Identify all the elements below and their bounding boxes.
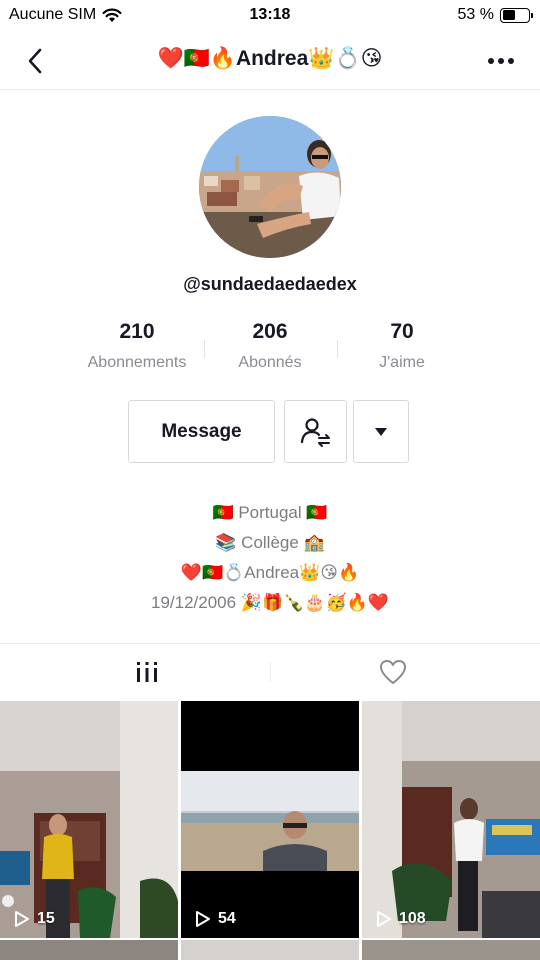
avatar[interactable] bbox=[199, 116, 341, 258]
grid-bars-icon bbox=[137, 662, 157, 682]
play-icon bbox=[377, 911, 391, 927]
follow-status-button[interactable] bbox=[284, 400, 347, 463]
followers-label: Abonnés bbox=[238, 354, 302, 371]
heart-outline-icon bbox=[380, 660, 406, 684]
view-count: 108 bbox=[376, 910, 426, 928]
avatar-photo bbox=[199, 116, 341, 258]
play-icon bbox=[196, 911, 210, 927]
video-thumbnail[interactable] bbox=[0, 940, 178, 960]
video-preview bbox=[362, 701, 540, 938]
video-thumbnail[interactable]: 15 bbox=[0, 701, 178, 938]
bio: 🇵🇹 Portugal 🇵🇹 📚 Collège 🏫 ❤️🇵🇹💍Andrea👑😘… bbox=[0, 498, 540, 618]
chevron-left-icon bbox=[28, 48, 42, 74]
likes-label: J'aime bbox=[379, 354, 425, 371]
tab-videos[interactable] bbox=[12, 644, 282, 700]
status-bar: Aucune SIM 13:18 53 % bbox=[0, 0, 540, 32]
view-count: 15 bbox=[14, 910, 55, 928]
stat-likes[interactable]: 70 J'aime bbox=[327, 320, 477, 372]
battery-percent: 53 % bbox=[457, 6, 494, 23]
bio-line: 19/12/2006 🎉🎁🍾🎂🥳🔥❤️ bbox=[151, 593, 389, 612]
video-preview bbox=[0, 701, 178, 938]
video-preview bbox=[181, 701, 359, 938]
battery-level bbox=[502, 10, 516, 20]
video-thumbnail[interactable] bbox=[181, 940, 359, 960]
message-button[interactable]: Message bbox=[128, 400, 275, 463]
video-grid: 15 54 108 bbox=[0, 701, 540, 960]
battery-icon bbox=[500, 7, 533, 23]
tab-liked[interactable] bbox=[258, 644, 528, 700]
more-options-button[interactable] bbox=[484, 44, 518, 78]
view-count: 54 bbox=[195, 910, 236, 928]
username: @sundaedaedaedex bbox=[183, 274, 357, 294]
following-label: Abonnements bbox=[87, 354, 187, 371]
stats-row: 210 Abonnements 206 Abonnés 70 J'aime bbox=[0, 320, 540, 380]
battery-group: 53 % bbox=[457, 6, 533, 24]
bio-line: 📚 Collège 🏫 bbox=[215, 533, 325, 552]
back-button[interactable] bbox=[18, 44, 52, 78]
more-horizontal-icon bbox=[488, 58, 514, 64]
stat-following[interactable]: 210 Abonnements bbox=[62, 320, 212, 372]
view-count-value: 54 bbox=[218, 910, 236, 927]
suggestions-dropdown-button[interactable] bbox=[353, 400, 409, 463]
play-icon bbox=[15, 911, 29, 927]
video-thumbnail[interactable]: 54 bbox=[181, 701, 359, 938]
bio-line: 🇵🇹 Portugal 🇵🇹 bbox=[212, 503, 328, 522]
user-switch-icon bbox=[300, 417, 330, 447]
video-thumbnail[interactable] bbox=[362, 940, 540, 960]
video-thumbnail[interactable]: 108 bbox=[362, 701, 540, 938]
nav-bar: ❤️🇵🇹🔥Andrea👑💍😘 bbox=[0, 32, 540, 90]
caret-down-icon bbox=[375, 427, 387, 436]
followers-count: 206 bbox=[252, 320, 288, 343]
view-count-value: 108 bbox=[399, 910, 426, 927]
likes-count: 70 bbox=[390, 320, 414, 343]
view-count-value: 15 bbox=[37, 910, 55, 927]
following-count: 210 bbox=[119, 320, 155, 343]
page-title: ❤️🇵🇹🔥Andrea👑💍😘 bbox=[157, 47, 383, 70]
profile-tabs bbox=[0, 643, 540, 699]
stat-followers[interactable]: 206 Abonnés bbox=[195, 320, 345, 372]
bio-line: ❤️🇵🇹💍Andrea👑😘🔥 bbox=[180, 563, 360, 582]
